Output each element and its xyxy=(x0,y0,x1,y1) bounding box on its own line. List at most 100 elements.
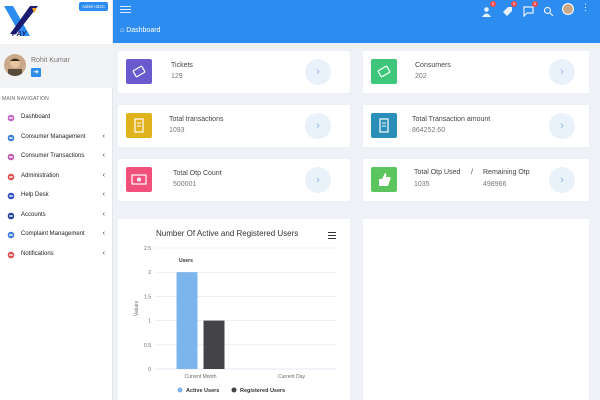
consumers-value: 202 xyxy=(415,73,427,80)
nav-menu: Dashboard Consumer Management ‹ Consumer Tr… xyxy=(0,110,113,266)
legend-marker xyxy=(231,387,237,393)
bar-registered-users xyxy=(203,320,225,369)
topbar: 0 0 0 ⋮ xyxy=(113,0,600,20)
sidebar-item-complaint-management[interactable]: Complaint Management ‹ xyxy=(0,227,113,247)
users-chart: 0 0.5 1 1.5 2 2.5 Values Current Month Current D… xyxy=(134,246,337,394)
legend-marker xyxy=(177,387,183,393)
sidebar-item-accounts[interactable]: Accounts ‹ xyxy=(0,208,113,228)
chevron-left-icon: ‹ xyxy=(102,191,105,198)
card-icon xyxy=(7,153,15,161)
chat-icon[interactable]: 0 xyxy=(523,1,538,18)
users-chart-card: Number Of Active and Registered Users 00… xyxy=(118,219,350,400)
total-transactions-arrow-button[interactable]: › xyxy=(305,113,331,139)
chat-badge: 0 xyxy=(532,1,538,7)
profile-avatar[interactable] xyxy=(562,3,574,15)
chevron-left-icon: ‹ xyxy=(102,249,105,257)
legend-item: Registered Users xyxy=(240,388,285,394)
total-otp-count-arrow-button[interactable]: › xyxy=(305,167,331,193)
otp-used-title: Total Otp Used xyxy=(414,169,461,176)
admin-icon xyxy=(7,173,15,181)
sidebar: PAY Admin-B2C Rohit Kumar ➜ MAIN NAVIGAT… xyxy=(0,0,113,400)
users-icon[interactable]: 0 xyxy=(481,1,496,17)
sidebar-item-label: Consumer Management xyxy=(21,133,86,140)
y-tick-label: 2 xyxy=(148,270,151,276)
y-tick-label: 1.5 xyxy=(144,294,151,300)
y-axis-label: Values xyxy=(134,301,140,316)
sidebar-item-consumer-management[interactable]: Consumer Management ‹ xyxy=(0,130,113,150)
user-name: Rohit Kumar xyxy=(31,57,70,64)
tickets-title: Tickets xyxy=(171,62,193,69)
thumbs-up-icon xyxy=(371,167,397,192)
logo-text: PAY xyxy=(12,31,27,38)
complaint-icon xyxy=(7,231,15,239)
empty-panel xyxy=(363,219,589,400)
tag-icon[interactable]: 0 xyxy=(502,1,517,16)
tickets-value: 129 xyxy=(171,73,183,80)
ticket-icon xyxy=(126,59,152,84)
sidebar-item-label: Complaint Management xyxy=(21,231,85,237)
x-tick-label: Current Day xyxy=(278,374,305,380)
chevron-left-icon: ‹ xyxy=(102,230,105,237)
total-transactions-value: 1093 xyxy=(169,127,185,134)
breadcrumb-bar: ⌂ Dashboard xyxy=(113,20,600,43)
helpdesk-icon xyxy=(7,192,15,200)
sidebar-item-consumer-transactions[interactable]: Consumer Transactions ‹ xyxy=(0,149,113,169)
total-transaction-amount-title: Total Transaction amount xyxy=(412,116,491,123)
users-badge: 0 xyxy=(490,1,496,7)
nav-header: MAIN NAVIGATION xyxy=(2,96,49,102)
otp-separator: / xyxy=(471,169,473,176)
accounts-icon xyxy=(7,212,15,220)
y-tick-label: 1 xyxy=(148,319,151,325)
tickets-card[interactable]: Tickets 129 › xyxy=(118,51,350,93)
y-tick-label: 0 xyxy=(148,367,151,373)
total-otp-count-title: Total Otp Count xyxy=(173,170,222,177)
sidebar-item-administration[interactable]: Administration ‹ xyxy=(0,169,113,189)
receipt-icon xyxy=(126,113,152,138)
bell-icon xyxy=(7,251,15,259)
consumer-ticket-icon xyxy=(371,59,397,84)
breadcrumb[interactable]: ⌂ Dashboard xyxy=(120,27,160,34)
x-tick-label: Current Month xyxy=(185,374,217,380)
sidebar-item-label: Help Desk xyxy=(21,192,49,198)
user-arrow-button[interactable]: ➜ xyxy=(31,68,41,77)
sidebar-item-help-desk[interactable]: Help Desk ‹ xyxy=(0,188,113,208)
sidebar-item-label: Consumer Transactions xyxy=(21,153,85,159)
y-tick-label: 0.5 xyxy=(144,343,151,349)
dashboard-icon xyxy=(7,114,15,122)
user-icon xyxy=(7,134,15,142)
tickets-arrow-button[interactable]: › xyxy=(305,59,331,85)
more-options-icon[interactable]: ⋮ xyxy=(581,2,590,13)
money-icon xyxy=(126,167,152,192)
sidebar-item-label: Dashboard xyxy=(21,114,51,120)
total-otp-count-card[interactable]: Total Otp Count 500001 › xyxy=(118,159,350,201)
breadcrumb-label: Dashboard xyxy=(126,27,161,34)
document-icon xyxy=(371,113,397,138)
otp-arrow-button[interactable]: › xyxy=(549,167,575,193)
otp-used-value: 1035 xyxy=(414,181,430,188)
total-transaction-amount-card[interactable]: Total Transaction amount 864252.60 › xyxy=(363,105,589,147)
admin-badge: Admin-B2C xyxy=(79,2,109,11)
remaining-otp-value: 498966 xyxy=(483,181,507,188)
y-tick-label: 2.5 xyxy=(144,246,151,252)
total-transaction-amount-arrow-button[interactable]: › xyxy=(549,113,575,139)
sidebar-item-dashboard[interactable]: Dashboard xyxy=(0,110,113,130)
consumers-arrow-button[interactable]: › xyxy=(549,59,575,85)
menu-toggle-icon[interactable] xyxy=(120,6,131,14)
sidebar-item-notifications[interactable]: Notifications ‹ xyxy=(0,247,113,267)
chevron-left-icon: ‹ xyxy=(102,171,105,179)
consumers-card[interactable]: Consumers 202 › xyxy=(363,51,589,93)
chevron-left-icon: ‹ xyxy=(102,210,105,218)
avatar[interactable] xyxy=(4,54,26,76)
legend-item: Active Users xyxy=(186,388,219,394)
tag-badge: 0 xyxy=(511,1,517,7)
chevron-left-icon: ‹ xyxy=(102,152,105,159)
sidebar-item-label: Accounts xyxy=(21,211,46,218)
total-transactions-card[interactable]: Total transactions 1093 › xyxy=(118,105,350,147)
search-icon[interactable] xyxy=(543,4,554,17)
otp-usage-card[interactable]: Total Otp Used / Remaining Otp 1035 4989… xyxy=(363,159,589,201)
sidebar-item-label: Administration xyxy=(21,172,60,179)
total-transaction-amount-value: 864252.60 xyxy=(412,127,446,134)
sidebar-item-label: Notifications xyxy=(21,250,54,257)
bar-active-users xyxy=(176,272,198,369)
total-otp-count-value: 500001 xyxy=(173,181,197,188)
